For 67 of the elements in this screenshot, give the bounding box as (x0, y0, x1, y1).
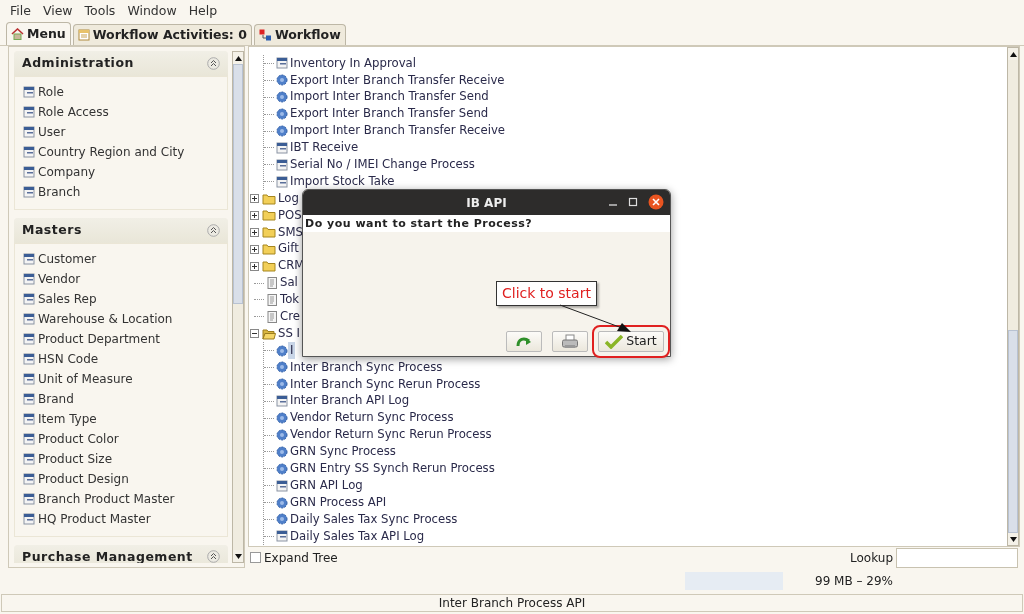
section-title: Administration (22, 54, 134, 72)
sidebar-item[interactable]: Role (23, 82, 219, 101)
sidebar-item[interactable]: Sales Rep (23, 289, 219, 308)
tree-item[interactable]: POS (276, 206, 304, 225)
tree-item[interactable]: Sal (278, 274, 300, 292)
section-title: Masters (22, 220, 82, 239)
tree-item[interactable]: Import Inter Branch Transfer Send (288, 88, 491, 106)
sidebar-item[interactable]: HQ Product Master (23, 509, 219, 528)
callout-label: Click to start (496, 281, 597, 306)
sidebar-item[interactable]: Role Access (23, 102, 219, 121)
status-bar: Inter Branch Process API (1, 594, 1023, 612)
sidebar-item[interactable]: Company (23, 162, 219, 181)
sidebar-item[interactable]: Vendor (23, 269, 219, 288)
tree-item[interactable]: Tok (278, 291, 302, 309)
tree-item[interactable]: Cre (278, 308, 302, 326)
sidebar-item[interactable]: Product Size (23, 449, 219, 468)
tab[interactable]: Workflow (253, 24, 346, 45)
tree-item[interactable]: Daily Sales Tax Sync Process (288, 510, 460, 529)
tree-item[interactable]: SMS (276, 223, 305, 242)
dialog-message: Do you want to start the Process? (303, 215, 670, 232)
menu-item[interactable]: File (4, 1, 37, 21)
sidebar-item[interactable]: Brand (23, 389, 219, 408)
sidebar-item[interactable]: HSN Code (23, 349, 219, 368)
sidebar-item[interactable]: Item Type (23, 409, 219, 428)
tree-item[interactable]: GRN Process API (288, 493, 389, 512)
menu-item[interactable]: Tools (78, 1, 122, 21)
section-header[interactable]: Administration (14, 51, 228, 76)
tree-item[interactable]: I (288, 341, 296, 360)
sidebar-item[interactable]: Branch (23, 182, 219, 201)
tree-item[interactable]: Gift (276, 240, 301, 258)
tree-item[interactable]: Log (276, 189, 301, 208)
sidebar-item[interactable]: Product Design (23, 469, 219, 488)
memory-usage: 99 MB – 29% (815, 573, 893, 590)
menu-item[interactable]: Help (182, 1, 224, 21)
tree-item[interactable]: SS I (276, 324, 302, 343)
section-title: Purchase Management (22, 547, 193, 563)
tree-item[interactable]: IBT Receive (288, 139, 361, 157)
tab[interactable]: Menu (6, 22, 71, 45)
tree-item[interactable]: Export Inter Branch Transfer Receive (288, 71, 507, 90)
expand-tree-checkbox[interactable]: Expand Tree (250, 548, 338, 567)
tree-item[interactable]: Serial No / IMEI Change Process (288, 156, 477, 174)
menu-item[interactable]: View (36, 1, 79, 21)
tree-item[interactable]: Inter Branch Sync Rerun Process (288, 375, 483, 394)
sidebar-item[interactable]: Country Region and City (23, 142, 219, 161)
tree-item[interactable]: Inventory In Approval (288, 54, 418, 73)
tree-item[interactable]: Inter Branch API Log (288, 392, 412, 411)
tree-item[interactable]: Daily Sales Tax API Log (288, 527, 427, 546)
sidebar-item[interactable]: Branch Product Master (23, 489, 219, 508)
tree-item[interactable]: GRN Sync Process (288, 443, 398, 461)
sidebar-item[interactable]: Product Department (23, 329, 219, 348)
tree-item[interactable]: Import Inter Branch Transfer Receive (288, 122, 508, 140)
tree-item[interactable]: Import Stock Take (288, 172, 397, 191)
sidebar-item[interactable]: User (23, 122, 219, 141)
tree-item[interactable]: Vendor Return Sync Process (288, 409, 456, 427)
tree-item[interactable]: GRN API Log (288, 476, 365, 495)
tree-item[interactable]: Vendor Return Sync Rerun Process (288, 426, 494, 444)
sidebar-item[interactable]: Product Color (23, 429, 219, 448)
tree-item[interactable]: GRN Entry SS Synch Rerun Process (288, 460, 497, 478)
sidebar-item[interactable]: Unit of Measure (23, 369, 219, 388)
sidebar-item[interactable]: Customer (23, 249, 219, 268)
sidebar-item[interactable]: Warehouse & Location (23, 309, 219, 328)
menu-item[interactable]: Window (121, 1, 183, 21)
tree-item[interactable]: Export Inter Branch Transfer Send (288, 105, 491, 123)
dialog-title: IB API (466, 194, 507, 212)
lookup-label: Lookup (850, 549, 893, 567)
tab[interactable]: Workflow Activities: 0 (72, 24, 252, 45)
tree-item[interactable]: Inter Branch Sync Process (288, 358, 445, 377)
